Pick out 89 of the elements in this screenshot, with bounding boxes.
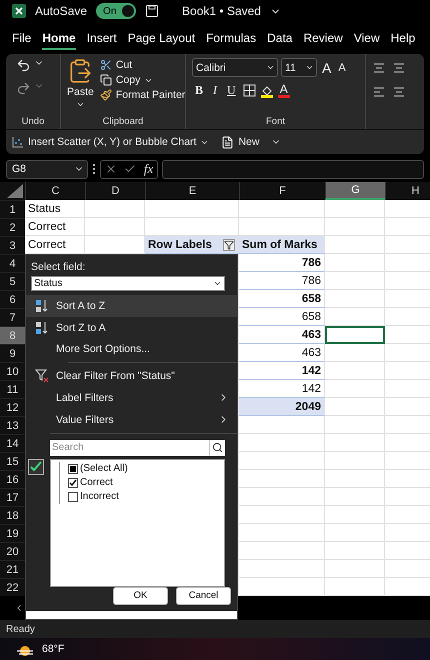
menu-item[interactable]: Sort Z to A bbox=[26, 316, 237, 339]
row-header[interactable]: 3 bbox=[0, 236, 25, 254]
row-header[interactable]: 16 bbox=[0, 470, 25, 488]
row-header[interactable]: 19 bbox=[0, 524, 25, 542]
pivot-header-cell: Sum of Marks bbox=[239, 236, 325, 254]
menu-tab[interactable]: Home bbox=[42, 28, 76, 50]
row-header[interactable]: 22 bbox=[0, 578, 25, 596]
scatter-chart-button[interactable]: Insert Scatter (X, Y) or Bubble Chart bbox=[12, 135, 210, 149]
font-color-button[interactable]: A bbox=[278, 83, 290, 98]
row-header[interactable]: 6 bbox=[0, 290, 25, 308]
row-header[interactable]: 15 bbox=[0, 452, 25, 470]
cut-button[interactable]: Cut bbox=[100, 58, 186, 72]
shrink-font-button[interactable]: A bbox=[336, 62, 348, 74]
pivot-value-cell: 463 bbox=[239, 344, 325, 362]
autosave-toggle[interactable]: On bbox=[96, 3, 136, 19]
row-header[interactable]: 2 bbox=[0, 218, 25, 236]
group-label: Clipboard bbox=[102, 116, 144, 127]
pivot-value-cell: 463 bbox=[239, 326, 325, 344]
row-header[interactable]: 12 bbox=[0, 398, 25, 416]
column-header[interactable]: H bbox=[385, 182, 430, 200]
column-header[interactable]: G bbox=[325, 182, 385, 200]
row-header[interactable]: 5 bbox=[0, 272, 25, 290]
menu-item[interactable]: Label Filters bbox=[26, 387, 237, 409]
pivot-value-cell: 142 bbox=[239, 362, 325, 380]
list-item[interactable]: Correct bbox=[59, 476, 224, 490]
row-header[interactable]: 4 bbox=[0, 254, 25, 272]
menu-tab[interactable]: Data bbox=[267, 28, 292, 50]
menu-item[interactable]: Sort A to Z bbox=[26, 295, 237, 317]
row-header[interactable]: 10 bbox=[0, 362, 25, 380]
menu-tab[interactable]: View bbox=[354, 28, 380, 50]
group-label: Font bbox=[266, 116, 285, 127]
row-header[interactable]: 1 bbox=[0, 200, 25, 218]
row-header[interactable]: 13 bbox=[0, 416, 25, 434]
name-box[interactable]: G8 bbox=[6, 160, 88, 178]
list-item[interactable]: Incorrect bbox=[59, 490, 224, 504]
column-header[interactable]: C bbox=[25, 182, 85, 200]
row-header[interactable]: 9 bbox=[0, 344, 25, 362]
pivot-value-cell: 658 bbox=[239, 308, 325, 326]
menu-tab[interactable]: Formulas bbox=[206, 28, 256, 50]
field-select[interactable]: Status bbox=[31, 276, 225, 292]
status-text: Ready bbox=[6, 624, 35, 634]
group-label: Undo bbox=[22, 116, 44, 127]
row-header[interactable]: 21 bbox=[0, 560, 25, 578]
column-header[interactable]: E bbox=[145, 182, 239, 200]
select-field-label: Select field: bbox=[31, 261, 86, 273]
menu-item[interactable]: More Sort Options... bbox=[26, 338, 237, 360]
dialog-button[interactable]: Cancel bbox=[176, 586, 231, 605]
pivot-value-cell: 142 bbox=[239, 380, 325, 398]
insert-function-button[interactable]: fx bbox=[144, 161, 154, 177]
column-header[interactable]: F bbox=[239, 182, 325, 200]
menu-tab[interactable]: File bbox=[12, 28, 32, 50]
menu-item[interactable]: Value Filters bbox=[26, 408, 237, 431]
menu-tab[interactable]: Review bbox=[303, 28, 343, 50]
column-header[interactable]: D bbox=[85, 182, 145, 200]
menu-tab[interactable]: Insert bbox=[86, 28, 117, 50]
weather-text: 68°F bbox=[42, 643, 64, 655]
row-header[interactable]: 18 bbox=[0, 506, 25, 524]
font-size-field[interactable]: 11 bbox=[281, 58, 317, 77]
copy-button[interactable]: Copy bbox=[100, 73, 186, 87]
grow-font-button[interactable]: A bbox=[320, 60, 334, 76]
row-header[interactable]: 11 bbox=[0, 380, 25, 398]
underline-button[interactable]: U bbox=[224, 83, 239, 98]
pivot-value-cell: 786 bbox=[239, 272, 325, 290]
row-header[interactable]: 20 bbox=[0, 542, 25, 560]
row-header[interactable]: 17 bbox=[0, 488, 25, 506]
autosave-label: AutoSave bbox=[35, 4, 88, 18]
dialog-button[interactable]: OK bbox=[113, 586, 168, 605]
menu-item[interactable]: Clear Filter From "Status" bbox=[26, 365, 237, 388]
table-cell: Correct bbox=[25, 218, 85, 236]
font-name-field[interactable]: Calibri bbox=[192, 58, 278, 77]
row-header[interactable]: 14 bbox=[0, 434, 25, 452]
pivot-value-cell: 658 bbox=[239, 290, 325, 308]
search-field[interactable]: Search bbox=[50, 440, 209, 456]
pivot-value-cell: 2049 bbox=[239, 398, 325, 416]
header-label: Row Labels bbox=[148, 238, 212, 250]
paste-button[interactable]: Paste bbox=[67, 58, 94, 116]
row-header[interactable]: 8 bbox=[0, 326, 25, 344]
new-button[interactable]: New bbox=[221, 134, 260, 150]
format-painter-button[interactable]: Format Painter bbox=[100, 88, 186, 102]
pivot-value-cell: 786 bbox=[239, 254, 325, 272]
list-item[interactable]: (Select All) bbox=[59, 462, 224, 476]
table-cell: Status bbox=[25, 200, 85, 218]
table-cell: Correct bbox=[25, 236, 85, 254]
italic-button[interactable]: I bbox=[210, 83, 220, 98]
row-header[interactable]: 7 bbox=[0, 308, 25, 326]
menu-tab[interactable]: Help bbox=[390, 28, 416, 50]
document-title[interactable]: Book1 • Saved bbox=[182, 4, 261, 18]
menu-tab[interactable]: Page Layout bbox=[128, 28, 196, 50]
bold-button[interactable]: B bbox=[192, 83, 206, 98]
